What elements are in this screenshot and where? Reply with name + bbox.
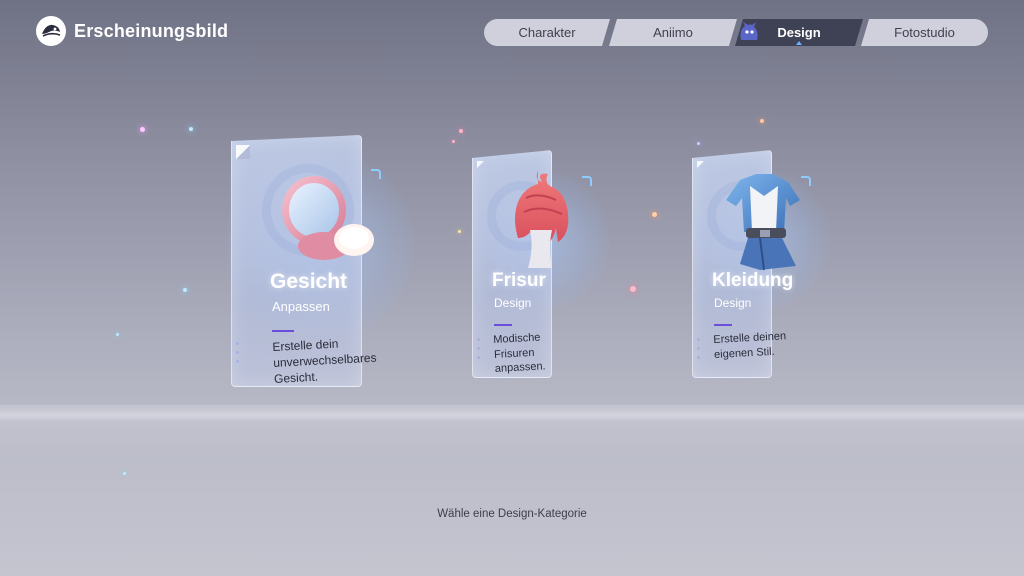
card-corner-mark bbox=[697, 161, 704, 168]
card-accent-line bbox=[494, 324, 512, 326]
card-dots bbox=[477, 338, 480, 365]
card-dots bbox=[236, 342, 239, 369]
mascot-icon bbox=[740, 22, 758, 40]
sparkle-particle bbox=[189, 127, 193, 131]
sparkle-particle bbox=[140, 127, 145, 132]
sparkle-particle bbox=[116, 333, 119, 336]
tab-label: Charakter bbox=[518, 25, 576, 40]
tab-label: Aniimo bbox=[653, 25, 693, 40]
card-dots bbox=[697, 338, 700, 365]
sparkle-particle bbox=[652, 212, 657, 217]
compact-mirror-icon bbox=[282, 176, 374, 260]
tab-aniimo[interactable]: Aniimo bbox=[609, 19, 737, 46]
page-title: Erscheinungsbild bbox=[74, 20, 229, 41]
app-logo-icon bbox=[36, 16, 66, 46]
sparkle-particle bbox=[458, 230, 461, 233]
tab-charakter[interactable]: Charakter bbox=[484, 19, 610, 46]
tab-bar: Charakter Aniimo Design Fotostudio bbox=[484, 19, 988, 46]
floor-highlight bbox=[0, 405, 1024, 576]
sparkle-particle bbox=[183, 288, 187, 292]
sparkle-particle bbox=[697, 142, 700, 145]
card-corner-fold bbox=[236, 145, 250, 159]
card-subtitle: Anpassen bbox=[272, 299, 330, 314]
tab-label: Fotostudio bbox=[894, 25, 955, 40]
card-title: Frisur bbox=[492, 270, 546, 291]
card-description: Erstelle deinen eigenen Stil. bbox=[713, 330, 787, 361]
card-description: Erstelle dein unverwechselbares Gesicht. bbox=[272, 336, 377, 386]
outfit-icon bbox=[726, 174, 800, 271]
card-accent-line bbox=[714, 324, 732, 326]
selection-hint: Wähle eine Design-Kategorie bbox=[437, 508, 587, 520]
sparkle-particle bbox=[123, 472, 126, 475]
card-title: Kleidung bbox=[712, 270, 794, 291]
tab-label: Design bbox=[777, 25, 821, 40]
sparkle-particle bbox=[760, 119, 764, 123]
app-header: Erscheinungsbild bbox=[36, 16, 228, 46]
card-corner-mark bbox=[477, 161, 484, 168]
sparkle-particle bbox=[452, 140, 455, 143]
sparkle-particle bbox=[630, 286, 636, 292]
card-accent-line bbox=[272, 330, 294, 332]
floor-line bbox=[0, 408, 1024, 422]
tab-fotostudio[interactable]: Fotostudio bbox=[861, 19, 988, 46]
card-subtitle: Design bbox=[714, 296, 752, 310]
card-bracket-icon bbox=[582, 176, 592, 186]
card-description: Modische Frisuren anpassen. bbox=[493, 331, 546, 375]
hairstyle-icon bbox=[515, 170, 569, 268]
card-title: Gesicht bbox=[270, 270, 348, 293]
card-subtitle: Design bbox=[494, 296, 532, 310]
sparkle-particle bbox=[459, 129, 463, 133]
